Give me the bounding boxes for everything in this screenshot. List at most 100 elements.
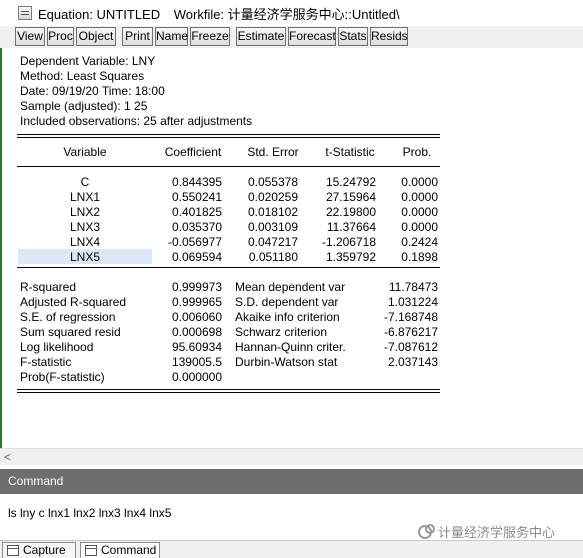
window-title: Equation: UNTITLED Workfile: 计量经济学服务中心::…: [38, 4, 410, 23]
prob-cell: 0.0000: [401, 190, 438, 204]
stat-value: 95.60934: [171, 340, 222, 354]
std-error-cell: 0.047217: [247, 235, 298, 249]
date-time-line: Date: 09/19/20 Time: 18:00: [20, 84, 165, 98]
t-statistic-cell: -1.206718: [321, 235, 376, 249]
prob-cell: 0.0000: [401, 175, 438, 189]
capture-window-icon: [7, 545, 19, 556]
command-window-icon: [85, 545, 97, 556]
std-error-cell: 0.051180: [248, 250, 298, 264]
stat-label: F-statistic: [20, 355, 72, 369]
proc-button[interactable]: Proc: [47, 27, 74, 46]
stat-value: -7.168748: [383, 310, 438, 324]
wechat-icon: [418, 523, 435, 539]
prob-cell: 0.0000: [401, 220, 438, 234]
variable-cell: LNX5: [69, 250, 101, 264]
variable-cell: C: [80, 175, 90, 189]
stats-button[interactable]: Stats: [338, 27, 368, 46]
watermark: 计量经济学服务中心: [418, 522, 555, 541]
std-error-cell: 0.020259: [247, 190, 298, 204]
stat-label: Prob(F-statistic): [20, 370, 105, 384]
workfile-title: Workfile: 计量经济学服务中心::Untitled\: [173, 6, 400, 22]
stat-value: 0.999973: [171, 280, 222, 294]
stat-value: -7.087612: [383, 340, 438, 354]
stat-value: 0.999965: [171, 295, 222, 309]
stat-label: Akaike info criterion: [235, 310, 340, 324]
title-bar[interactable]: Equation: UNTITLED Workfile: 计量经济学服务中心::…: [0, 0, 583, 26]
stat-value: 139005.5: [171, 355, 222, 369]
table-top-rule: [17, 134, 440, 135]
object-button[interactable]: Object: [76, 27, 116, 46]
stat-label: Sum squared resid: [20, 325, 121, 339]
horizontal-scrollbar[interactable]: <: [0, 448, 583, 465]
equation-toolbar: View Proc Object Print Name Freeze Estim…: [0, 26, 583, 48]
variable-cell: LNX4: [69, 235, 101, 249]
stat-label: Hannan-Quinn criter.: [235, 340, 346, 354]
variable-cell: LNX1: [69, 190, 101, 204]
variable-cell: LNX3: [69, 220, 101, 234]
view-button[interactable]: View: [15, 27, 45, 46]
coefficient-cell: 0.844395: [171, 175, 222, 189]
stat-label: Adjusted R-squared: [20, 295, 127, 309]
t-statistic-cell: 11.37664: [326, 220, 376, 234]
coefficient-cell: -0.056977: [167, 235, 222, 249]
variable-cell: LNX2: [69, 205, 101, 219]
col-header-coefficient: Coefficient: [164, 145, 222, 159]
stat-value: 11.78473: [388, 280, 438, 294]
stat-label: Log likelihood: [20, 340, 94, 354]
stat-label: S.D. dependent var: [235, 295, 339, 309]
sample-line: Sample (adjusted): 1 25: [20, 99, 148, 113]
stat-label: S.E. of regression: [20, 310, 116, 324]
equation-title: Equation: UNTITLED: [38, 6, 161, 22]
command-text[interactable]: ls lny c lnx1 lnx2 lnx3 lnx4 lnx5: [8, 506, 171, 520]
scroll-left-icon[interactable]: <: [4, 450, 11, 464]
stat-label: Schwarz criterion: [235, 325, 328, 339]
stat-label: Mean dependent var: [235, 280, 346, 294]
stat-value: 0.006060: [171, 310, 222, 324]
resids-button[interactable]: Resids: [370, 27, 408, 46]
print-button[interactable]: Print: [122, 27, 153, 46]
t-statistic-cell: 27.15964: [325, 190, 376, 204]
forecast-button[interactable]: Forecast: [288, 27, 336, 46]
std-error-cell: 0.055378: [247, 175, 298, 189]
window-left-border: [0, 48, 2, 448]
stat-value: 2.037143: [387, 355, 438, 369]
tab-label: Command: [101, 543, 157, 557]
coef-bottom-rule: [17, 267, 440, 268]
observations-line: Included observations: 25 after adjustme…: [20, 114, 253, 128]
col-header-prob: Prob.: [402, 145, 432, 159]
tab-command[interactable]: Command: [80, 542, 160, 558]
col-header-std-error: Std. Error: [247, 145, 299, 159]
tab-capture[interactable]: Capture: [2, 542, 76, 558]
watermark-text: 计量经济学服务中心: [438, 525, 556, 540]
stat-value: 0.000000: [171, 370, 222, 384]
stat-value: -6.876217: [383, 325, 438, 339]
t-statistic-cell: 22.19800: [325, 205, 376, 219]
stat-label: Durbin-Watson stat: [235, 355, 338, 369]
t-statistic-cell: 1.359792: [325, 250, 376, 264]
table-bottom-rule-double: [17, 392, 440, 393]
table-top-rule-double: [17, 137, 440, 138]
col-header-variable: Variable: [63, 145, 107, 159]
stat-label: R-squared: [20, 280, 77, 294]
t-statistic-cell: 15.24792: [325, 175, 376, 189]
estimate-button[interactable]: Estimate: [236, 27, 286, 46]
command-pane-header: Command: [0, 469, 583, 494]
coefficient-cell: 0.069594: [171, 250, 222, 264]
output-header: Dependent Variable: LNY Method: Least Sq…: [20, 54, 252, 129]
dependent-variable-line: Dependent Variable: LNY: [20, 54, 156, 68]
std-error-cell: 0.003109: [247, 220, 298, 234]
col-header-t-statistic: t-Statistic: [325, 145, 375, 159]
equation-window-icon: [18, 6, 32, 20]
std-error-cell: 0.018102: [247, 205, 298, 219]
tab-label: Capture: [23, 543, 66, 557]
stat-value: 0.000698: [171, 325, 222, 339]
coefficient-cell: 0.035370: [171, 220, 222, 234]
name-button[interactable]: Name: [155, 27, 188, 46]
prob-cell: 0.2424: [401, 235, 438, 249]
coefficient-cell: 0.401825: [171, 205, 222, 219]
header-separator-rule: [17, 166, 440, 167]
method-line: Method: Least Squares: [20, 69, 145, 83]
prob-cell: 0.0000: [401, 205, 438, 219]
stat-value: 1.031224: [387, 295, 438, 309]
freeze-button[interactable]: Freeze: [190, 27, 230, 46]
